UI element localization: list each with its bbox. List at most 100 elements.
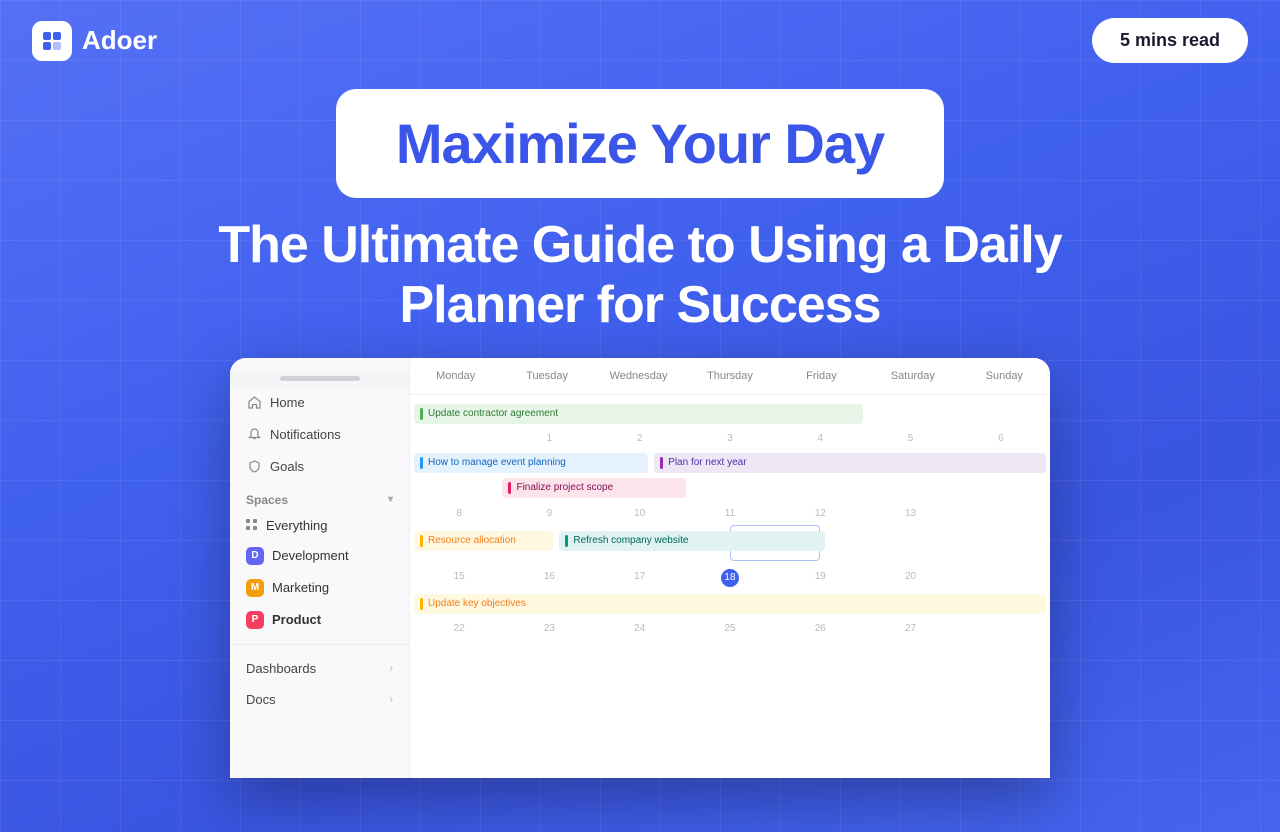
sidebar-item-everything[interactable]: Everything (230, 511, 409, 540)
product-label: Product (272, 612, 321, 627)
event-plan-next-year[interactable]: Plan for next year (654, 453, 1046, 473)
notifications-label: Notifications (270, 427, 341, 442)
subtitle-line1: The Ultimate Guide to Using a Daily (218, 216, 1061, 274)
date-cell: 10 (595, 506, 685, 521)
date-cell: 19 (775, 569, 865, 587)
docs-left: Docs (246, 692, 276, 707)
date-cell: 5 (865, 431, 955, 446)
date-cell: 22 (414, 621, 504, 636)
date-cell: 11 (685, 506, 775, 521)
week1-dates: 1 2 3 4 5 6 (410, 429, 1050, 448)
week2-dates: 8 9 10 11 12 13 (410, 504, 1050, 523)
divider (230, 644, 409, 645)
logo-icon (32, 21, 72, 61)
event-finalize-scope[interactable]: Finalize project scope (502, 478, 685, 498)
window-top-bar (230, 370, 409, 387)
marketing-badge: M (246, 579, 264, 597)
title-pill: Maximize Your Day (336, 89, 944, 198)
dashboards-chevron: › (390, 663, 393, 674)
date-cell: 17 (595, 569, 685, 587)
calendar-main: Monday Tuesday Wednesday Thursday Friday… (410, 358, 1050, 778)
dashboards-label: Dashboards (246, 661, 316, 676)
event-resource-allocation[interactable]: Resource allocation (414, 531, 553, 551)
sidebar-item-docs[interactable]: Docs › (230, 684, 409, 715)
day-wednesday: Wednesday (593, 366, 684, 386)
date-cell: 8 (414, 506, 504, 521)
week3-dates: 15 16 17 18 19 20 (410, 567, 1050, 589)
content-area: Maximize Your Day The Ultimate Guide to … (0, 81, 1280, 778)
window-top-notch (280, 376, 360, 381)
dashboards-left: Dashboards (246, 661, 316, 676)
sidebar-item-goals[interactable]: Goals (230, 451, 409, 483)
date-cell: 24 (595, 621, 685, 636)
day-tuesday: Tuesday (501, 366, 592, 386)
sidebar-item-marketing[interactable]: M Marketing (230, 572, 409, 604)
date-cell: 3 (685, 431, 775, 446)
date-cell (956, 506, 1046, 521)
day-sunday: Sunday (959, 366, 1050, 386)
date-cell (956, 569, 1046, 587)
date-cell: 27 (865, 621, 955, 636)
week3-events: Resource allocation Refresh company webs… (414, 525, 1046, 565)
app-window: Home Notifications Goals (230, 358, 1050, 778)
home-icon (246, 395, 262, 411)
date-cell: 9 (504, 506, 594, 521)
week1-events: Update contractor agreement (414, 401, 1046, 427)
sidebar-item-product[interactable]: P Product (230, 604, 409, 636)
date-cell (414, 431, 504, 446)
week4-dates: 22 23 24 25 26 27 (410, 619, 1050, 638)
marketing-label: Marketing (272, 580, 329, 595)
sidebar-item-home[interactable]: Home (230, 387, 409, 419)
everything-icon (246, 519, 258, 531)
date-cell: 6 (956, 431, 1046, 446)
date-cell: 16 (504, 569, 594, 587)
subtitle-line2: Planner for Success (400, 276, 881, 334)
date-cell: 15 (414, 569, 504, 587)
development-label: Development (272, 548, 349, 563)
home-label: Home (270, 395, 305, 410)
logo-area: Adoer (32, 21, 157, 61)
day-monday: Monday (410, 366, 501, 386)
title-pill-text: Maximize Your Day (396, 112, 884, 175)
read-time-badge: 5 mins read (1092, 18, 1248, 63)
docs-label: Docs (246, 692, 276, 707)
date-cell: 13 (865, 506, 955, 521)
shield-icon (246, 459, 262, 475)
week2-events: How to manage event planning Plan for ne… (414, 450, 1046, 502)
day-saturday: Saturday (867, 366, 958, 386)
week4-events: Update key objectives (414, 591, 1046, 617)
product-badge: P (246, 611, 264, 629)
day-thursday: Thursday (684, 366, 775, 386)
sidebar-item-notifications[interactable]: Notifications (230, 419, 409, 451)
spaces-chevron: ▾ (388, 494, 393, 505)
event-update-objectives[interactable]: Update key objectives (414, 594, 1046, 614)
goals-label: Goals (270, 459, 304, 474)
calendar-body: Update contractor agreement 1 2 3 4 5 6 … (410, 395, 1050, 642)
sidebar-item-development[interactable]: D Development (230, 540, 409, 572)
date-cell: 26 (775, 621, 865, 636)
date-cell (956, 621, 1046, 636)
date-cell: 1 (504, 431, 594, 446)
everything-label: Everything (266, 518, 327, 533)
day-friday: Friday (776, 366, 867, 386)
topbar: Adoer 5 mins read (0, 0, 1280, 81)
event-update-contractor[interactable]: Update contractor agreement (414, 404, 863, 424)
date-cell: 12 (775, 506, 865, 521)
date-cell: 25 (685, 621, 775, 636)
docs-chevron: › (390, 694, 393, 705)
date-cell: 4 (775, 431, 865, 446)
spaces-section: Spaces ▾ (230, 483, 409, 511)
logo-name: Adoer (82, 25, 157, 56)
development-badge: D (246, 547, 264, 565)
sidebar-item-dashboards[interactable]: Dashboards › (230, 653, 409, 684)
date-cell: 23 (504, 621, 594, 636)
date-cell: 2 (595, 431, 685, 446)
date-cell-today: 18 (721, 569, 739, 587)
date-cell: 20 (865, 569, 955, 587)
sidebar: Home Notifications Goals (230, 358, 410, 778)
bell-icon (246, 427, 262, 443)
calendar-header: Monday Tuesday Wednesday Thursday Friday… (410, 358, 1050, 395)
subtitle: The Ultimate Guide to Using a Daily Plan… (218, 216, 1061, 336)
event-manage-planning[interactable]: How to manage event planning (414, 453, 648, 473)
event-refresh-website[interactable]: Refresh company website (559, 531, 824, 551)
